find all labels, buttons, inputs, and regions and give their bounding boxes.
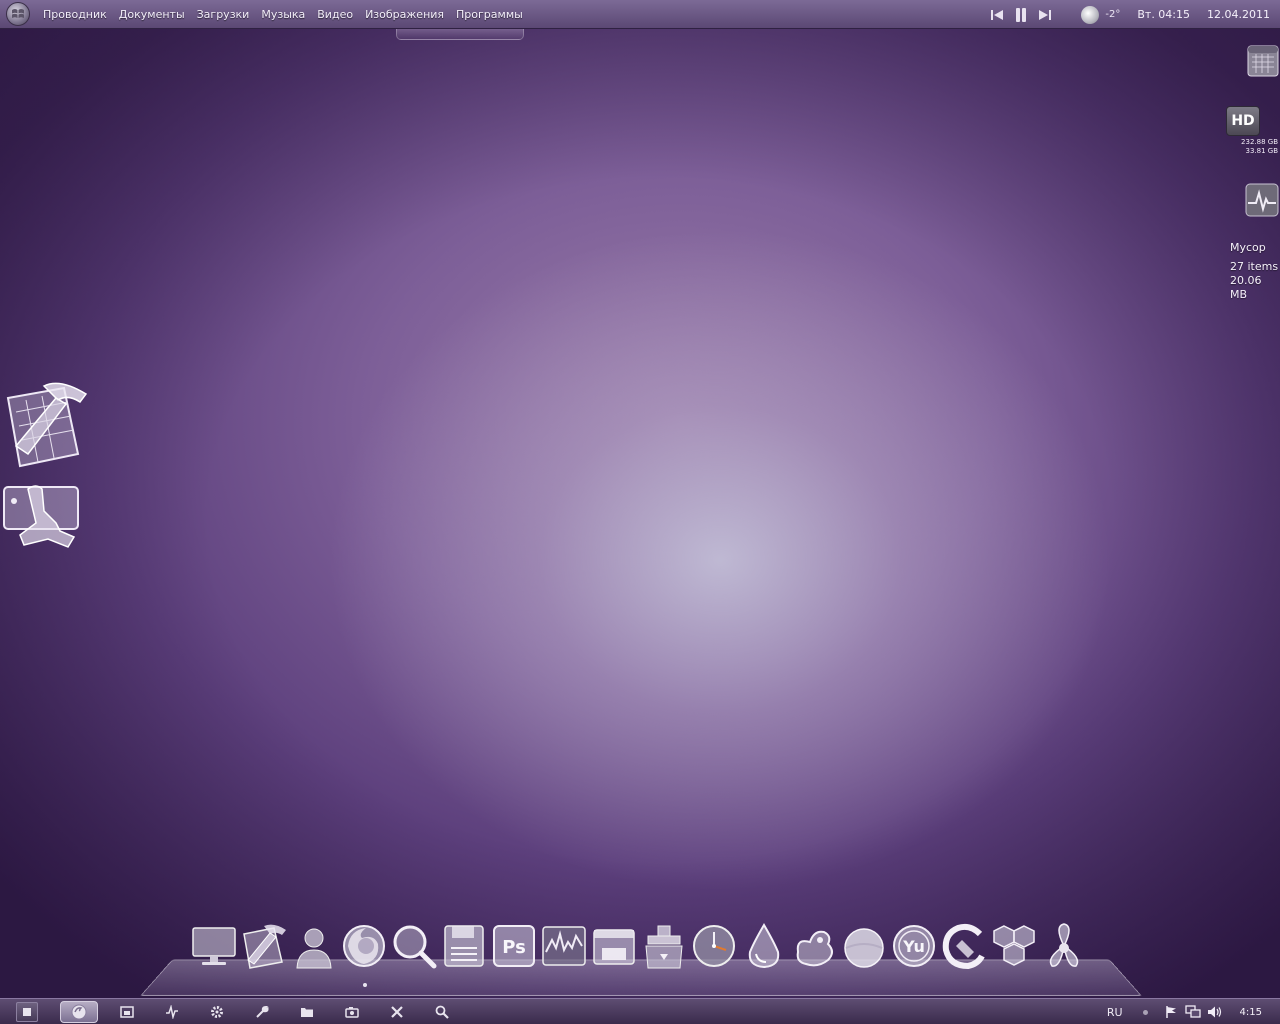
stop-button[interactable]: [16, 1001, 38, 1022]
xcode-icon[interactable]: [239, 920, 289, 972]
trash-widget[interactable]: Мусор 27 items 20.06 MB: [1230, 241, 1280, 302]
drop-down-tab[interactable]: [396, 29, 524, 40]
trash-size: 20.06 MB: [1230, 274, 1262, 301]
menu-video[interactable]: Видео: [311, 8, 359, 21]
hard-drive-info: 232.88 GB 33.81 GB: [1230, 138, 1278, 156]
fan-icon[interactable]: [1039, 920, 1089, 972]
calendar-widget-icon[interactable]: [1247, 45, 1279, 77]
monitor-icon[interactable]: [189, 920, 239, 972]
weather-temperature: -2°: [1105, 9, 1121, 20]
previous-track-icon[interactable]: [986, 5, 1008, 25]
menu-images[interactable]: Изображения: [359, 8, 450, 21]
explorer-quick-icon[interactable]: [104, 1001, 149, 1023]
taskbar-clock[interactable]: 4:15: [1240, 1007, 1262, 1018]
menu-explorer[interactable]: Проводник: [37, 8, 113, 21]
hexagons-icon[interactable]: [989, 920, 1039, 972]
system-tray: RU 4:15: [1107, 999, 1280, 1024]
menu-music[interactable]: Музыка: [255, 8, 311, 21]
menubar-date[interactable]: 12.04.2011: [1207, 8, 1270, 21]
firefox-icon[interactable]: [339, 920, 389, 972]
menu-programs[interactable]: Программы: [450, 8, 529, 21]
pause-icon[interactable]: [1010, 5, 1032, 25]
tray-dot-icon: [1142, 1009, 1148, 1015]
menu-downloads[interactable]: Загрузки: [191, 8, 256, 21]
folder-icon[interactable]: [284, 1001, 329, 1023]
hd-total-size: 232.88 GB: [1241, 138, 1278, 146]
wallpaper: [0, 0, 1280, 1024]
network-icon[interactable]: [1182, 1002, 1204, 1022]
dock: Ps Yu: [189, 920, 1089, 972]
close-icon[interactable]: [374, 1001, 419, 1023]
finder-icon[interactable]: [589, 920, 639, 972]
joystick-desktop-icon[interactable]: [2, 483, 82, 553]
menubar-day-time[interactable]: Вт. 04:15: [1137, 8, 1190, 21]
windows-orb-icon[interactable]: [6, 2, 30, 26]
action-center-flag-icon[interactable]: [1160, 1002, 1182, 1022]
taskbar: RU 4:15: [0, 998, 1280, 1024]
archive-icon[interactable]: [639, 920, 689, 972]
drop-icon[interactable]: [739, 920, 789, 972]
activity-monitor-widget-icon[interactable]: [1245, 183, 1279, 217]
weather-icon[interactable]: [1081, 5, 1100, 24]
yu-label: Yu: [902, 937, 925, 956]
hard-drive-widget[interactable]: HD: [1226, 106, 1260, 136]
top-menubar: Проводник Документы Загрузки Музыка Виде…: [0, 0, 1280, 29]
ball-icon[interactable]: [839, 920, 889, 972]
magnifier-icon[interactable]: [389, 920, 439, 972]
next-track-icon[interactable]: [1034, 5, 1056, 25]
dock-running-indicator: [363, 983, 367, 987]
language-indicator[interactable]: RU: [1107, 1006, 1123, 1019]
menu-documents[interactable]: Документы: [113, 8, 191, 21]
hd-free-size: 33.81 GB: [1245, 147, 1279, 155]
trash-title: Мусор: [1230, 241, 1266, 254]
menubar-status-area: -2° Вт. 04:15 12.04.2011: [985, 0, 1280, 29]
camera-icon[interactable]: [329, 1001, 374, 1023]
settings-gear-icon[interactable]: [194, 1001, 239, 1023]
floppy-icon[interactable]: [439, 920, 489, 972]
xcode-desktop-icon[interactable]: [2, 380, 92, 468]
paw-icon[interactable]: [789, 920, 839, 972]
photoshop-icon[interactable]: Ps: [489, 920, 539, 972]
clock-icon[interactable]: [689, 920, 739, 972]
user-icon[interactable]: [289, 920, 339, 972]
photoshop-label: Ps: [502, 937, 526, 958]
activity-quick-icon[interactable]: [149, 1001, 194, 1023]
activity-monitor-icon[interactable]: [539, 920, 589, 972]
volume-icon[interactable]: [1204, 1002, 1226, 1022]
wrench-icon[interactable]: [239, 1001, 284, 1023]
firefox-task-icon[interactable]: [60, 1000, 98, 1023]
trash-item-count: 27 items: [1230, 260, 1279, 273]
cleaner-icon[interactable]: [939, 920, 989, 972]
yu-icon[interactable]: Yu: [889, 920, 939, 972]
search-icon[interactable]: [419, 1001, 464, 1023]
